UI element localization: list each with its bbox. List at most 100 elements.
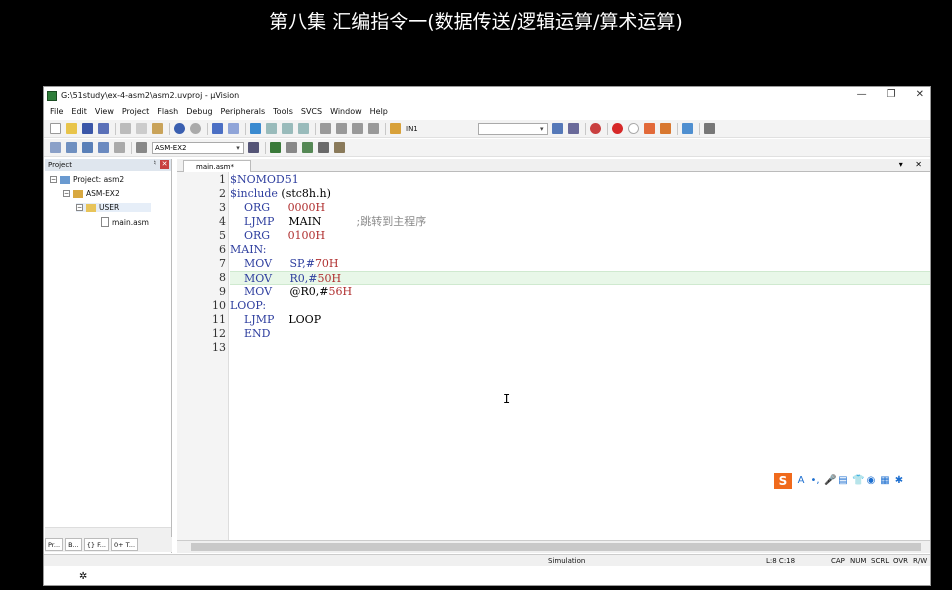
close-pane-icon[interactable]: ✕ <box>160 160 169 169</box>
pin-icon[interactable]: ♮ <box>153 159 156 167</box>
collapse-toggle[interactable]: − <box>50 176 57 183</box>
ime-punct-icon[interactable]: •, <box>810 476 820 486</box>
scroll-thumb[interactable] <box>191 543 921 551</box>
ime-settings-icon[interactable]: ✱ <box>894 476 904 486</box>
tree-item-file[interactable]: main.asm <box>101 217 149 227</box>
select-software-packs-icon[interactable] <box>318 142 329 153</box>
collapse-toggle[interactable]: − <box>63 190 70 197</box>
menu-project[interactable]: Project <box>122 107 149 116</box>
download-icon[interactable] <box>136 142 147 153</box>
clear-breakpoints-icon[interactable] <box>643 123 655 134</box>
code-line[interactable]: END <box>230 327 930 341</box>
code-line[interactable]: MOV @R0,#56H <box>230 285 930 299</box>
menu-debug[interactable]: Debug <box>186 107 212 116</box>
clear-bookmarks-icon[interactable] <box>298 123 309 134</box>
kill-breakpoints-icon[interactable] <box>659 123 671 134</box>
tree-item-project[interactable]: − Project: asm2 <box>50 175 124 184</box>
paste-icon[interactable] <box>152 123 163 134</box>
cut-icon[interactable] <box>120 123 131 134</box>
minimize-button[interactable]: — <box>857 89 867 100</box>
find-text[interactable]: IN1 <box>406 125 418 133</box>
code-line[interactable]: $include (stc8h.h) <box>230 187 930 201</box>
nav-forward-icon[interactable] <box>228 123 239 134</box>
find-icon[interactable] <box>551 123 563 134</box>
bookmark-icon[interactable] <box>250 123 261 134</box>
menu-peripherals[interactable]: Peripherals <box>221 107 266 116</box>
nav-back-icon[interactable] <box>212 123 223 134</box>
code-line[interactable]: LJMP MAIN ;跳转到主程序 <box>230 215 930 229</box>
ime-lang-icon[interactable]: A <box>796 476 806 486</box>
target-options-icon[interactable] <box>248 142 259 153</box>
translate-icon[interactable] <box>50 142 61 153</box>
menu-edit[interactable]: Edit <box>71 107 87 116</box>
uncomment-icon[interactable] <box>368 123 379 134</box>
debug-session-icon[interactable] <box>589 123 601 134</box>
tab-functions[interactable]: {} F... <box>83 538 109 551</box>
ime-tools-icon[interactable]: ▦ <box>880 476 890 486</box>
find-combo[interactable]: ▾ <box>477 122 548 135</box>
rebuild-icon[interactable] <box>82 142 93 153</box>
project-hscrollbar[interactable] <box>45 527 171 537</box>
comment-icon[interactable] <box>352 123 363 134</box>
project-pane-header: Project ♮ ✕ <box>45 159 171 171</box>
tree-item-group-user[interactable]: − USER <box>76 203 152 212</box>
build-icon[interactable] <box>66 142 77 153</box>
menu-window[interactable]: Window <box>330 107 362 116</box>
batch-build-icon[interactable] <box>98 142 109 153</box>
menu-svcs[interactable]: SVCS <box>301 107 322 116</box>
indent-icon[interactable] <box>320 123 331 134</box>
sogou-logo-icon[interactable]: S <box>774 473 792 489</box>
close-button[interactable]: ✕ <box>916 89 924 100</box>
ime-mic-icon[interactable]: 🎤 <box>824 476 836 486</box>
save-all-icon[interactable] <box>98 123 109 134</box>
rte-icon[interactable] <box>334 142 345 153</box>
stop-build-icon[interactable] <box>114 142 125 153</box>
pack-installer-icon[interactable] <box>302 142 313 153</box>
menu-help[interactable]: Help <box>370 107 388 116</box>
code-line[interactable]: $NOMOD51 <box>230 173 930 187</box>
breakpoint-icon[interactable] <box>611 123 623 134</box>
tree-item-target[interactable]: − ASM-EX2 <box>63 189 120 198</box>
window-layout-icon[interactable] <box>681 123 693 134</box>
code-line[interactable]: LJMP LOOP <box>230 313 930 327</box>
tab-project[interactable]: Pr... <box>45 538 64 551</box>
ime-skin-icon[interactable]: 👕 <box>852 476 864 486</box>
ime-game-icon[interactable]: ◉ <box>866 476 876 486</box>
menu-view[interactable]: View <box>95 107 114 116</box>
restore-button[interactable]: ❐ <box>887 89 896 100</box>
incremental-find-icon[interactable] <box>567 123 579 134</box>
line-number: 13 <box>212 341 226 354</box>
code-line[interactable]: LOOP: <box>230 299 930 313</box>
code-line[interactable]: ORG 0000H <box>230 201 930 215</box>
manage-components-icon[interactable] <box>270 142 281 153</box>
code-line[interactable]: MOV R0,#50H <box>230 271 930 285</box>
menu-tools[interactable]: Tools <box>273 107 293 116</box>
ime-keyboard-icon[interactable]: ▤ <box>838 476 848 486</box>
code-line[interactable]: ORG 0100H <box>230 229 930 243</box>
next-bookmark-icon[interactable] <box>282 123 293 134</box>
copy-icon[interactable] <box>136 123 147 134</box>
menu-file[interactable]: File <box>50 107 63 116</box>
disable-breakpoint-icon[interactable] <box>627 123 639 134</box>
collapse-toggle[interactable]: − <box>76 204 83 211</box>
code-line[interactable]: MOV SP,#70H <box>230 257 930 271</box>
editor-hscrollbar[interactable] <box>177 540 930 553</box>
file-extensions-icon[interactable] <box>286 142 297 153</box>
undo-icon[interactable] <box>174 123 185 134</box>
target-select[interactable]: ASM-EX2 ▾ <box>152 141 244 154</box>
code-line[interactable]: MAIN: <box>230 243 930 257</box>
tab-main-asm[interactable]: main.asm* <box>183 160 251 172</box>
configure-icon[interactable] <box>703 123 715 134</box>
open-folder-icon[interactable] <box>66 123 77 134</box>
tab-books[interactable]: B... <box>65 538 82 551</box>
find-in-files-icon[interactable] <box>390 123 401 134</box>
save-icon[interactable] <box>82 123 93 134</box>
tab-templates[interactable]: 0+ T... <box>111 538 139 551</box>
code-line[interactable] <box>230 341 930 355</box>
menu-flash[interactable]: Flash <box>157 107 178 116</box>
prev-bookmark-icon[interactable] <box>266 123 277 134</box>
redo-icon[interactable] <box>190 123 201 134</box>
unindent-icon[interactable] <box>336 123 347 134</box>
editor-tab-controls[interactable]: ▾ ✕ <box>899 160 927 169</box>
new-file-icon[interactable] <box>50 123 61 134</box>
